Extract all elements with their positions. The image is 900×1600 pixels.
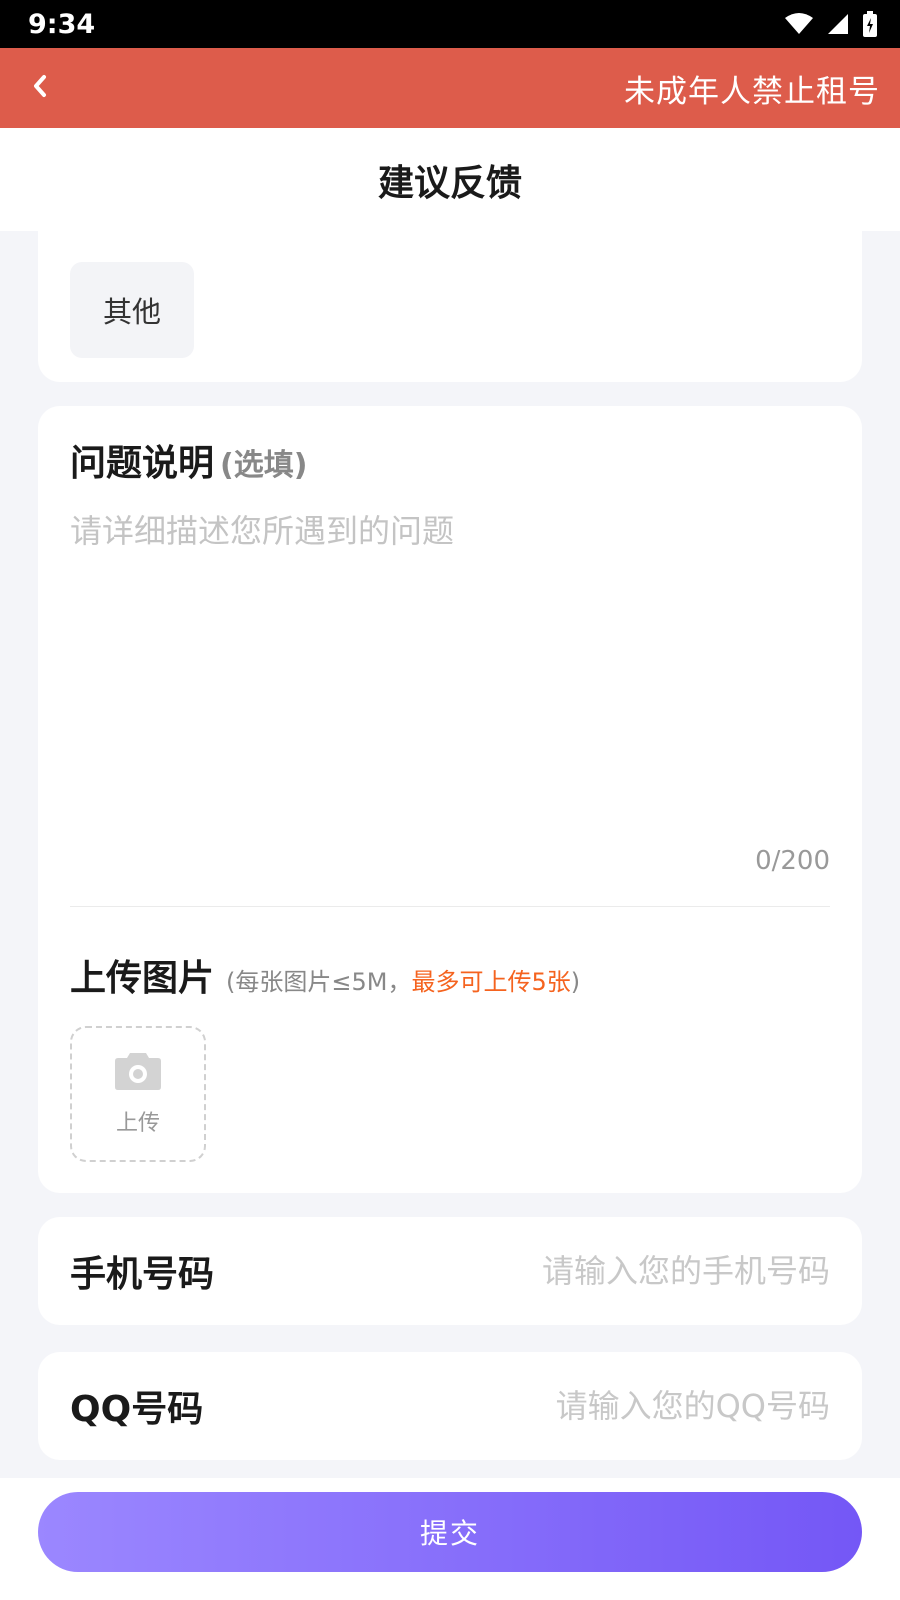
- status-icons: [784, 11, 878, 37]
- signal-icon: [826, 12, 850, 36]
- status-time: 9:34: [28, 8, 96, 40]
- description-title-text: 问题说明: [70, 443, 215, 484]
- chevron-left-icon: [30, 71, 50, 105]
- status-bar: 9:34: [0, 0, 900, 48]
- optional-hint: (选填): [220, 448, 308, 483]
- qq-card: QQ号码: [38, 1352, 862, 1460]
- bottom-bar: 提交: [0, 1478, 900, 1600]
- description-card: 问题说明 (选填) 0/200 上传图片 (每张图片≤5M，最多可上传5张) 上…: [38, 406, 862, 1193]
- description-textarea[interactable]: [70, 506, 830, 836]
- upload-note: (每张图片≤5M，最多可上传5张): [226, 962, 580, 997]
- divider: [70, 906, 830, 907]
- upload-title: 上传图片 (每张图片≤5M，最多可上传5张): [70, 949, 580, 1001]
- qq-input[interactable]: [310, 1387, 830, 1425]
- submit-button[interactable]: 提交: [38, 1492, 862, 1572]
- upload-label: 上传: [115, 1111, 160, 1136]
- upload-note-open: (: [226, 968, 236, 996]
- upload-image-button[interactable]: 上传: [70, 1026, 206, 1162]
- category-card: 其他: [38, 205, 862, 382]
- wifi-icon: [784, 12, 814, 36]
- phone-card: 手机号码: [38, 1217, 862, 1325]
- minor-warning-text: 未成年人禁止租号: [624, 73, 880, 110]
- upload-title-text: 上传图片: [70, 958, 215, 999]
- qq-label: QQ号码: [70, 1389, 204, 1430]
- battery-icon: [862, 11, 878, 37]
- page-title: 建议反馈: [377, 162, 522, 204]
- phone-input[interactable]: [310, 1252, 830, 1290]
- category-option-other[interactable]: 其他: [70, 262, 194, 358]
- phone-label: 手机号码: [70, 1254, 215, 1295]
- description-title: 问题说明 (选填): [70, 434, 307, 486]
- top-banner: 未成年人禁止租号: [0, 48, 900, 128]
- upload-note-limit: 最多可上传5张: [411, 968, 571, 996]
- upload-note-size: 每张图片≤5M，: [235, 968, 412, 996]
- char-counter: 0/200: [755, 846, 830, 876]
- camera-icon: [114, 1051, 162, 1095]
- back-button[interactable]: [30, 68, 60, 108]
- upload-note-close: ): [570, 968, 581, 996]
